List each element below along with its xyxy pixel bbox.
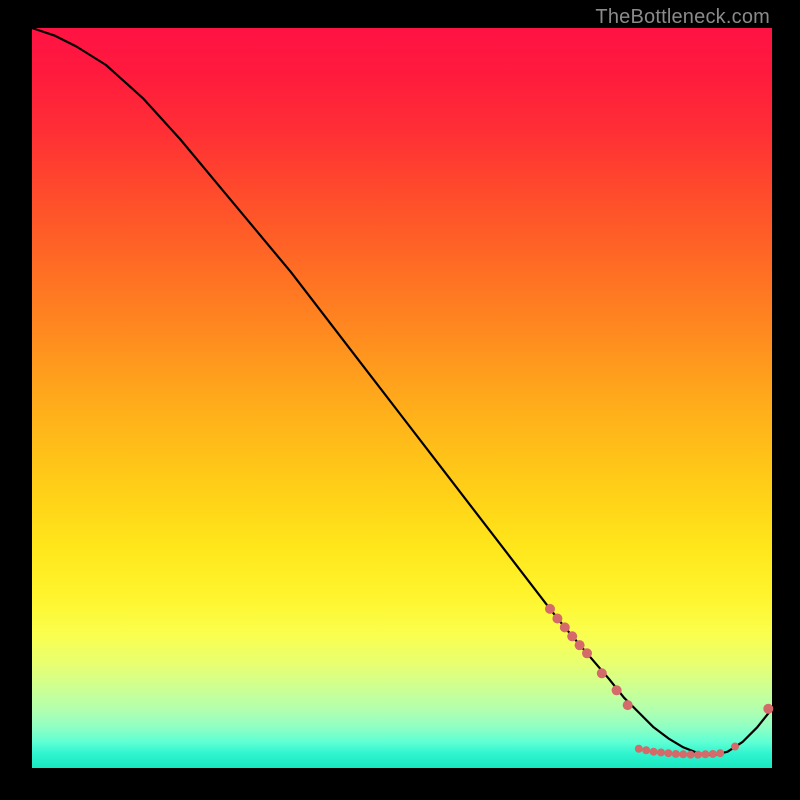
bottleneck-curve [32,28,772,755]
data-marker [560,622,570,632]
data-marker [763,704,773,714]
data-marker [612,685,622,695]
data-marker [709,750,717,758]
data-marker [623,700,633,710]
curve-layer [32,28,772,768]
data-marker [672,750,680,758]
data-marker [575,640,585,650]
data-marker [552,614,562,624]
data-marker [687,751,695,759]
data-marker [642,746,650,754]
data-marker [679,750,687,758]
data-marker [716,749,724,757]
attribution-label: TheBottleneck.com [595,6,770,29]
data-marker [701,750,709,758]
data-marker [731,743,739,751]
data-marker [567,631,577,641]
data-marker [545,604,555,614]
data-marker [664,749,672,757]
data-marker [694,751,702,759]
data-marker [597,668,607,678]
data-marker [650,748,658,756]
chart-stage: TheBottleneck.com [0,0,800,800]
data-marker [635,745,643,753]
data-marker [582,648,592,658]
marker-group [545,604,773,759]
gradient-plot-area [32,28,772,768]
data-marker [657,748,665,756]
